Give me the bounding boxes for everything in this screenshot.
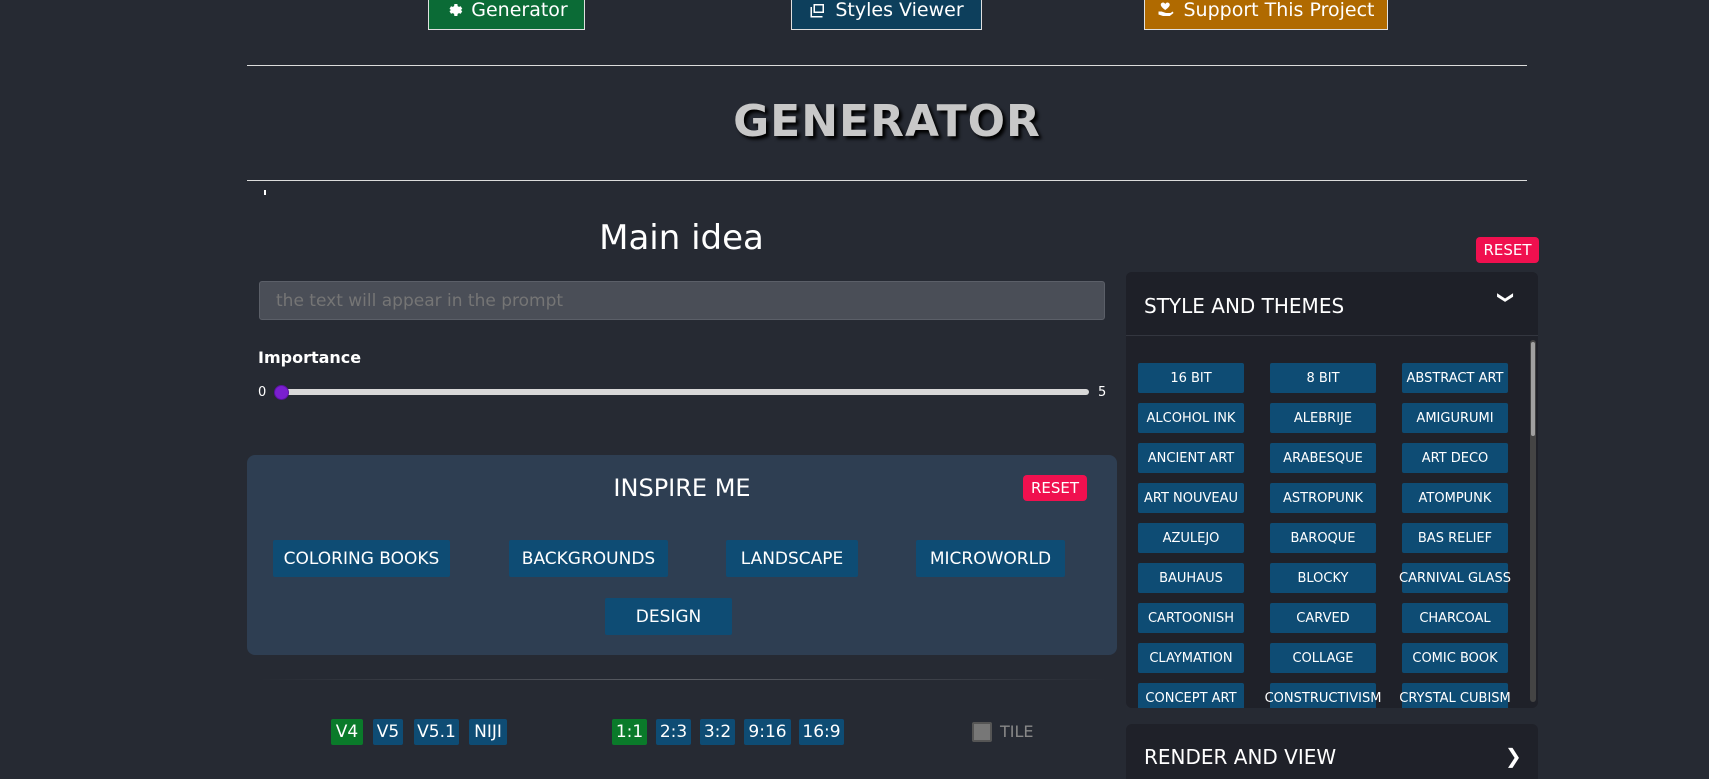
style-chip[interactable]: CARNIVAL GLASS [1399,563,1511,593]
styles-scrollbar-thumb[interactable] [1531,342,1535,436]
style-chip[interactable]: BAUHAUS [1138,563,1244,593]
nav-generator-label: Generator [471,0,568,21]
style-chip[interactable]: AMIGURUMI [1402,403,1508,433]
style-chip[interactable]: ANCIENT ART [1138,443,1244,473]
tile-label: TILE [1000,722,1034,741]
hand-heart-icon [1158,2,1174,16]
divider-bottom [247,180,1527,181]
style-chip[interactable]: CLAYMATION [1138,643,1244,673]
inspire-backgrounds-button[interactable]: BACKGROUNDS [509,540,668,577]
style-chip[interactable]: COLLAGE [1270,643,1376,673]
style-chip[interactable]: CHARCOAL [1402,603,1508,633]
style-chip[interactable]: ART NOUVEAU [1138,483,1244,513]
importance-max-label: 5 [1098,385,1107,400]
style-chip[interactable]: BLOCKY [1270,563,1376,593]
styles-panel-title: STYLE AND THEMES [1144,294,1345,318]
chevron-right-icon[interactable]: ❯ [1505,744,1522,768]
nav-styles-viewer-button[interactable]: Styles Viewer [791,0,982,30]
style-chip[interactable]: ARABESQUE [1270,443,1376,473]
gear-icon [449,4,463,16]
inspire-design-button[interactable]: DESIGN [605,598,732,635]
style-chip[interactable]: ART DECO [1402,443,1508,473]
style-chip[interactable]: ASTROPUNK [1270,483,1376,513]
styles-list: 16 BIT 8 BIT ABSTRACT ART ALCOHOL INK AL… [1126,340,1530,708]
styles-reset-button[interactable]: RESET [1476,237,1539,263]
small-mark [264,190,266,195]
section-separator [258,679,1108,680]
style-chip[interactable]: BAS RELIEF [1402,523,1508,553]
aspect-16-9-button[interactable]: 16:9 [799,719,844,745]
inspire-title: INSPIRE ME [613,474,751,502]
importance-slider-track[interactable] [275,389,1089,395]
nav-styles-viewer-label: Styles Viewer [835,0,964,21]
aspect-3-2-button[interactable]: 3:2 [700,719,735,745]
aspect-1-1-button[interactable]: 1:1 [612,719,647,745]
divider-top [247,65,1527,66]
style-chip[interactable]: AZULEJO [1138,523,1244,553]
nav-support-button[interactable]: Support This Project [1144,0,1388,30]
importance-min-label: 0 [258,385,267,400]
style-chip[interactable]: CONCEPT ART [1138,683,1244,708]
tile-checkbox[interactable] [972,722,992,742]
importance-label: Importance [258,348,362,367]
inspire-reset-button[interactable]: RESET [1023,475,1087,501]
style-chip[interactable]: ALCOHOL INK [1138,403,1244,433]
main-idea-title: Main idea [599,218,764,258]
style-chip[interactable]: CARVED [1270,603,1376,633]
style-chip[interactable]: CARTOONISH [1138,603,1244,633]
nav-support-label: Support This Project [1183,0,1375,21]
version-niji-button[interactable]: NIJI [469,719,507,745]
style-chip[interactable]: ABSTRACT ART [1402,363,1508,393]
inspire-microworld-button[interactable]: MICROWORLD [916,540,1065,577]
version-v4-button[interactable]: V4 [331,719,363,745]
aspect-9-16-button[interactable]: 9:16 [744,719,791,745]
aspect-2-3-button[interactable]: 2:3 [656,719,691,745]
inspire-coloring-books-button[interactable]: COLORING BOOKS [273,540,450,577]
style-chip[interactable]: 8 BIT [1270,363,1376,393]
style-chip[interactable]: BAROQUE [1270,523,1376,553]
render-panel-title: RENDER AND VIEW [1144,745,1337,769]
main-idea-input[interactable] [259,281,1105,320]
style-chip[interactable]: COMIC BOOK [1402,643,1508,673]
version-v5-1-button[interactable]: V5.1 [414,719,459,745]
version-v5-button[interactable]: V5 [373,719,403,745]
images-icon [810,4,825,18]
inspire-landscape-button[interactable]: LANDSCAPE [726,540,858,577]
importance-slider-thumb[interactable] [274,385,289,400]
style-chip[interactable]: ALEBRIJE [1270,403,1376,433]
nav-generator-button[interactable]: Generator [428,0,585,30]
style-chip[interactable]: CONSTRUCTIVISM [1265,683,1381,708]
page-title: GENERATOR [733,96,1041,147]
style-chip[interactable]: ATOMPUNK [1402,483,1508,513]
style-chip[interactable]: 16 BIT [1138,363,1244,393]
chevron-down-icon[interactable]: ❯ [1497,291,1516,304]
style-chip[interactable]: CRYSTAL CUBISM [1399,683,1511,708]
